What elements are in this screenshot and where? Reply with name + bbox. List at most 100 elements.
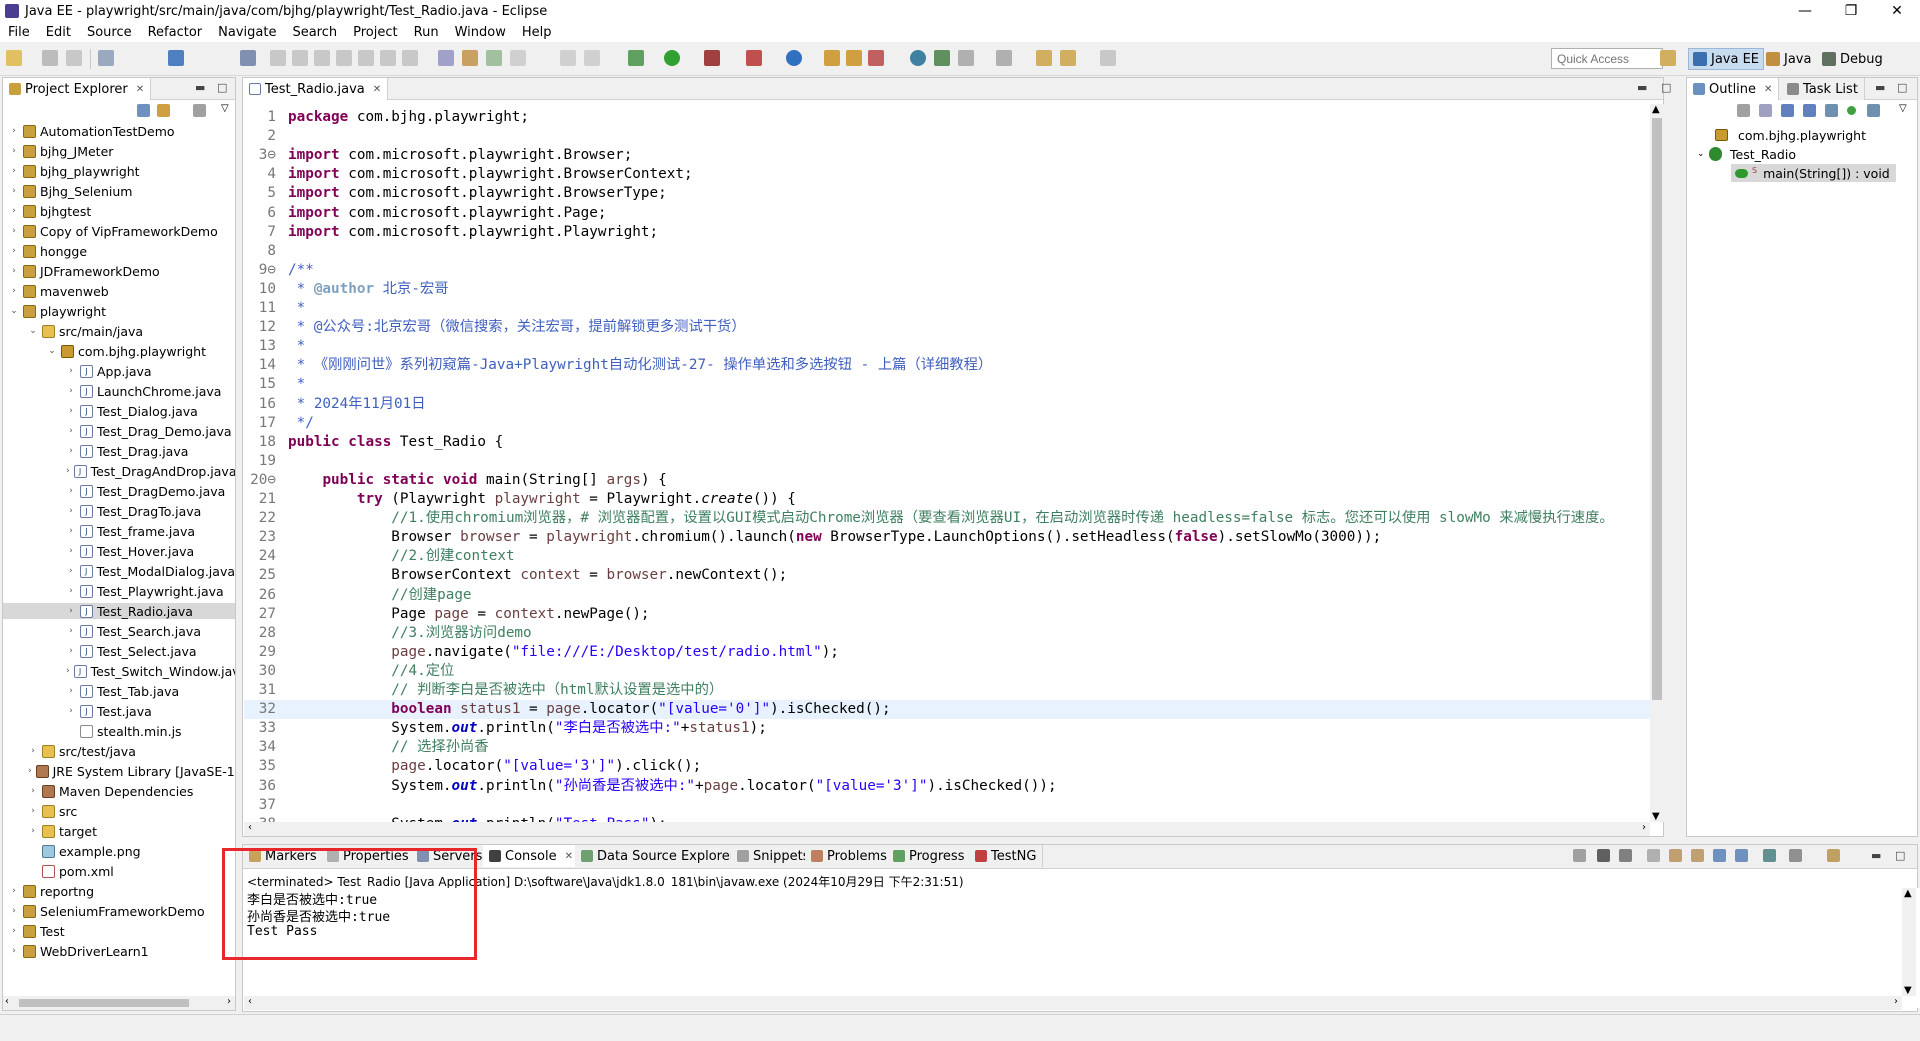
code-line[interactable]: 36 System.out.println("孙尚香是否被选中:"+page.l… (244, 777, 1650, 796)
back-icon[interactable] (1036, 50, 1052, 66)
close-window-button[interactable]: ✕ (1874, 0, 1920, 22)
link-outline-icon[interactable] (1867, 104, 1880, 117)
outline-item-method[interactable]: S main(String[]) : void (1731, 164, 1896, 182)
tree-item[interactable]: › J Test_Tab.java (3, 683, 235, 699)
chevron-right-icon[interactable]: › (66, 686, 76, 696)
hide-fields-icon[interactable] (1781, 104, 1794, 117)
chevron-right-icon[interactable]: › (66, 486, 76, 496)
tree-item[interactable]: › J Test_ModalDialog.java (3, 563, 235, 579)
chevron-right-icon[interactable]: › (9, 286, 19, 296)
code-line[interactable]: 28 //3.浏览器访问demo (244, 624, 1650, 643)
chevron-right-icon[interactable]: › (28, 766, 32, 776)
code-line[interactable]: 18 public class Test_Radio { (244, 433, 1650, 452)
menu-edit[interactable]: Edit (38, 25, 79, 40)
tree-item[interactable]: stealth.min.js (3, 723, 235, 739)
tree-item[interactable]: › bjhg_playwright (3, 163, 235, 179)
console-scroll-left-icon[interactable]: ‹ (248, 996, 252, 1007)
external-tools-icon[interactable] (746, 50, 762, 66)
skip-breakpoints-icon[interactable] (240, 50, 256, 66)
chevron-right-icon[interactable]: › (9, 906, 19, 916)
step-into-icon[interactable] (358, 50, 374, 66)
outline-view-menu-icon[interactable]: ▽ (1899, 103, 1907, 114)
last-edit-location-icon[interactable] (996, 50, 1012, 66)
tree-item[interactable]: › J Test_Radio.java (3, 603, 235, 619)
tree-item[interactable]: › J Test_Dialog.java (3, 403, 235, 419)
scroll-up-icon[interactable]: ▲ (1652, 104, 1660, 115)
debug-icon[interactable] (628, 50, 644, 66)
perspective-debug[interactable]: Debug (1818, 48, 1887, 70)
tree-item[interactable]: › mavenweb (3, 283, 235, 299)
console-vertical-scrollbar[interactable]: ▲ ▼ (1902, 888, 1916, 996)
tree-item[interactable]: › src (3, 803, 235, 819)
code-line[interactable]: 22 //1.使用chromium浏览器，# 浏览器配置，设置以GUI模式启动C… (244, 509, 1650, 528)
outline-item-class[interactable]: ⌄ Test_Radio (1697, 145, 1796, 163)
tree-item[interactable]: › AutomationTestDemo (3, 123, 235, 139)
tree-item[interactable]: ⌄ com.bjhg.playwright (3, 343, 235, 359)
tree-item[interactable]: › reportng (3, 883, 235, 899)
hide-static-icon[interactable] (1803, 104, 1816, 117)
code-line[interactable]: 17 */ (244, 414, 1650, 433)
minimize-outline-icon[interactable]: ▬ (1875, 81, 1885, 94)
chevron-right-icon[interactable]: › (66, 446, 76, 456)
terminate-icon[interactable] (314, 50, 330, 66)
tree-item[interactable]: pom.xml (3, 863, 235, 879)
open-console-icon[interactable] (1827, 849, 1840, 862)
code-line[interactable]: 29 page.navigate("file:///E:/Desktop/tes… (244, 643, 1650, 662)
code-line[interactable]: 19 (244, 452, 1650, 471)
search-icon[interactable] (934, 50, 950, 66)
maximize-outline-icon[interactable]: □ (1897, 81, 1907, 94)
chevron-right-icon[interactable]: › (66, 406, 76, 416)
tree-item[interactable]: › J Test_DragAndDrop.java (3, 463, 235, 479)
code-line[interactable]: 16 * 2024年11月01日 (244, 395, 1650, 414)
new-java-class-icon[interactable] (846, 50, 862, 66)
tree-item[interactable]: › Maven Dependencies (3, 783, 235, 799)
tree-item[interactable]: › J App.java (3, 363, 235, 379)
chevron-right-icon[interactable]: › (66, 626, 76, 636)
back-arrow-icon[interactable] (1060, 50, 1076, 66)
scroll-left-icon[interactable]: ‹ (5, 996, 9, 1007)
hide-local-types-icon[interactable] (1847, 106, 1856, 115)
tab-test-radio-java[interactable]: Test_Radio.java ✕ (243, 78, 389, 100)
code-line[interactable]: 5 import com.microsoft.playwright.Browser… (244, 184, 1650, 203)
code-line[interactable]: 37 (244, 796, 1650, 815)
console-horizontal-scrollbar[interactable]: ‹ › (244, 996, 1902, 1010)
chevron-right-icon[interactable]: › (28, 746, 38, 756)
menu-file[interactable]: File (0, 25, 38, 40)
tree-item[interactable]: › Copy of VipFrameworkDemo (3, 223, 235, 239)
chevron-right-icon[interactable]: › (66, 366, 76, 376)
tree-item[interactable]: › J Test_DragTo.java (3, 503, 235, 519)
chevron-right-icon[interactable]: › (66, 506, 76, 516)
tree-item[interactable]: › J LaunchChrome.java (3, 383, 235, 399)
close-outline-tab-icon[interactable]: ✕ (1764, 84, 1772, 95)
collapse-all-icon[interactable] (137, 104, 150, 117)
code-line[interactable]: 31 // 判断李白是否被选中（html默认设置是选中的） (244, 681, 1650, 700)
tree-item[interactable]: › J Test_Drag_Demo.java (3, 423, 235, 439)
code-line[interactable]: 3⊖ import com.microsoft.playwright.Browse… (244, 146, 1650, 165)
scroll-lock-icon[interactable] (1669, 849, 1682, 862)
suspend-icon[interactable] (292, 50, 308, 66)
chevron-down-icon[interactable]: ⌄ (28, 326, 38, 336)
chevron-right-icon[interactable]: › (28, 806, 38, 816)
tab-task-list[interactable]: Task List (1781, 78, 1865, 100)
chevron-right-icon[interactable]: › (66, 386, 76, 396)
pin-console-icon[interactable] (1763, 849, 1776, 862)
tab-testng[interactable]: TestNG (969, 845, 1044, 867)
code-line[interactable]: 25 BrowserContext context = browser.newC… (244, 566, 1650, 585)
web-browser-icon[interactable] (910, 50, 926, 66)
chevron-down-icon[interactable]: ⌄ (47, 346, 57, 356)
console-scroll-right-icon[interactable]: › (1894, 996, 1898, 1007)
code-line[interactable]: 24 //2.创建context (244, 547, 1650, 566)
editor-scroll-right-icon[interactable]: › (1642, 822, 1646, 833)
terminal-icon[interactable] (168, 50, 184, 66)
code-line[interactable]: 12 * @公众号:北京宏哥（微信搜索，关注宏哥，提前解锁更多测试干货） (244, 318, 1650, 337)
perspective-java[interactable]: Java (1762, 48, 1815, 70)
tree-item[interactable]: › J Test_frame.java (3, 523, 235, 539)
remove-launch-icon[interactable] (1597, 849, 1610, 862)
code-line[interactable]: 26 //创建page (244, 586, 1650, 605)
run-icon[interactable] (664, 50, 680, 66)
tree-item[interactable]: › J Test_Switch_Window.java (3, 663, 235, 679)
tab-problems[interactable]: Problems (805, 845, 894, 867)
code-line[interactable]: 34 // 选择孙尚香 (244, 738, 1650, 757)
code-line[interactable]: 1 package com.bjhg.playwright; (244, 108, 1650, 127)
forward-icon[interactable] (1100, 50, 1116, 66)
